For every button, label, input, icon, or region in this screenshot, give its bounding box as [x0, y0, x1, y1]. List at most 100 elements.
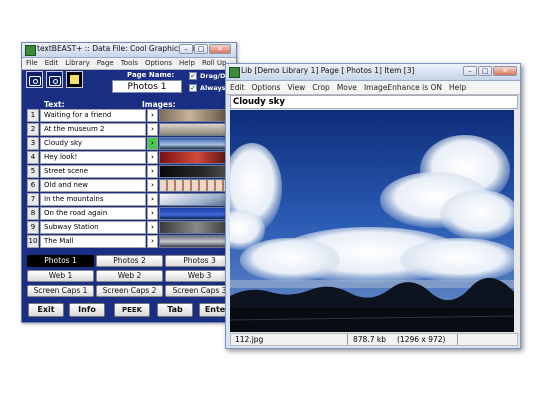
menu-options[interactable]: Options [141, 58, 175, 67]
menu-library[interactable]: Library [61, 58, 92, 67]
image-thumbnail[interactable] [159, 235, 235, 248]
menu-help[interactable]: Help [445, 81, 469, 92]
menu-options[interactable]: Options [248, 81, 284, 92]
list-item: 2 At the museum 2 › › [27, 123, 241, 137]
app-icon [25, 45, 36, 56]
item-text[interactable]: Old and new [40, 179, 146, 192]
maximize-icon[interactable]: □ [194, 44, 208, 54]
image-thumbnail[interactable] [159, 207, 235, 220]
item-text[interactable]: Subway Station [40, 221, 146, 234]
image-thumbnail[interactable] [159, 109, 235, 122]
image-thumbnail[interactable] [159, 123, 235, 136]
notepad-icon[interactable] [66, 71, 83, 88]
image-thumbnail[interactable] [159, 151, 235, 164]
menu-page[interactable]: Page [93, 58, 117, 67]
item-text[interactable]: Cloudy sky [40, 137, 146, 150]
menu-tools[interactable]: Tools [117, 58, 141, 67]
tab-button[interactable]: Tab [157, 303, 193, 317]
list-item: 4 Hey look! › › [27, 151, 241, 165]
tab-photos-1[interactable]: Photos 1 [27, 255, 94, 267]
arrow-icon[interactable]: › [147, 235, 158, 248]
tab-photos-3[interactable]: Photos 3 [165, 255, 234, 267]
peek-button[interactable]: PEEK [114, 303, 150, 317]
list-item: 8 On the road again › › [27, 207, 241, 221]
image-thumbnail[interactable] [159, 137, 235, 150]
arrow-icon[interactable]: › [147, 151, 158, 164]
image-caption[interactable]: Cloudy sky [230, 95, 518, 109]
viewer-menubar: Edit Options View Crop Move ImageEnhance is O… [226, 81, 520, 95]
row-number: 2 [27, 123, 39, 136]
menu-move[interactable]: Move [333, 81, 360, 92]
tab-screen-caps-2[interactable]: Screen Caps 2 [96, 285, 163, 297]
viewer-titlebar[interactable]: Lib [Demo Library 1] Page [ Photos 1] It… [226, 64, 520, 81]
photo-view[interactable] [230, 110, 514, 332]
tab-web-3[interactable]: Web 3 [165, 270, 234, 282]
list-item: 5 Street scene › › [27, 165, 241, 179]
menu-view[interactable]: View [283, 81, 308, 92]
item-text[interactable]: Waiting for a friend [40, 109, 146, 122]
exit-button[interactable]: Exit [28, 303, 64, 317]
minimize-icon[interactable]: – [179, 44, 193, 54]
item-text[interactable]: At the museum 2 [40, 123, 146, 136]
image-dimensions: (1296 x 972) [397, 335, 446, 344]
tab-web-1[interactable]: Web 1 [27, 270, 94, 282]
item-text[interactable]: The Mall [40, 235, 146, 248]
tab-photos-2[interactable]: Photos 2 [96, 255, 163, 267]
arrow-icon[interactable]: › [147, 207, 158, 220]
list-item: 7 In the mountains › › [27, 193, 241, 207]
file-name: 112.jpg [235, 335, 264, 344]
viewer-window-title: Lib [Demo Library 1] Page [ Photos 1] It… [241, 66, 415, 75]
info-button[interactable]: Info [69, 303, 105, 317]
row-number: 9 [27, 221, 39, 234]
image-thumbnail[interactable] [159, 193, 235, 206]
file-size: 878.7 kb [353, 335, 386, 344]
row-number: 6 [27, 179, 39, 192]
tab-web-2[interactable]: Web 2 [96, 270, 163, 282]
close-icon[interactable]: ✕ [493, 66, 517, 76]
arrow-icon[interactable]: › [147, 123, 158, 136]
image-thumbnail[interactable] [159, 179, 235, 192]
arrow-icon[interactable]: › [147, 165, 158, 178]
item-text[interactable]: Hey look! [40, 151, 146, 164]
row-number: 10 [27, 235, 39, 248]
text-column-header: Text: [44, 100, 65, 109]
main-window-title: textBEAST+ :: Data File: Cool Graphics.t… [37, 44, 195, 53]
item-text[interactable]: In the mountains [40, 193, 146, 206]
main-titlebar[interactable]: textBEAST+ :: Data File: Cool Graphics.t… [22, 43, 236, 58]
arrow-icon[interactable]: › [147, 179, 158, 192]
tab-screen-caps-3[interactable]: Screen Caps 3 [165, 285, 234, 297]
arrow-icon[interactable]: › [147, 137, 158, 150]
tab-screen-caps-1[interactable]: Screen Caps 1 [27, 285, 94, 297]
item-text[interactable]: On the road again [40, 207, 146, 220]
camera-icon[interactable] [46, 71, 63, 88]
row-number: 4 [27, 151, 39, 164]
item-grid: 1 Waiting for a friend › › 2 At the muse… [27, 109, 241, 249]
maximize-icon[interactable]: □ [478, 66, 492, 76]
app-icon [229, 67, 240, 78]
list-item: 3 Cloudy sky › › [27, 137, 241, 151]
minimize-icon[interactable]: – [463, 66, 477, 76]
drag-drop-checkbox[interactable]: ✓ [189, 72, 197, 80]
vertical-scrollbar[interactable] [514, 110, 520, 332]
always-on-top-checkbox[interactable]: ✓ [189, 84, 197, 92]
image-thumbnail[interactable] [159, 221, 235, 234]
arrow-icon[interactable]: › [147, 109, 158, 122]
image-viewer-window: Lib [Demo Library 1] Page [ Photos 1] It… [225, 63, 521, 349]
arrow-icon[interactable]: › [147, 221, 158, 234]
menu-crop[interactable]: Crop [308, 81, 333, 92]
menu-edit[interactable]: Edit [41, 58, 62, 67]
row-number: 5 [27, 165, 39, 178]
textbeast-window: textBEAST+ :: Data File: Cool Graphics.t… [21, 42, 247, 323]
close-icon[interactable]: ✕ [209, 44, 231, 54]
menu-image-enhance[interactable]: ImageEnhance is ON [360, 81, 445, 92]
menu-file[interactable]: File [22, 58, 41, 67]
menu-edit[interactable]: Edit [226, 81, 248, 92]
item-text[interactable]: Street scene [40, 165, 146, 178]
menu-help[interactable]: Help [175, 58, 198, 67]
page-name-field[interactable]: Photos 1 [112, 80, 182, 93]
list-item: 1 Waiting for a friend › › [27, 109, 241, 123]
cloudy-sky-photo [230, 110, 514, 332]
arrow-icon[interactable]: › [147, 193, 158, 206]
camera-icon[interactable] [26, 71, 43, 88]
image-thumbnail[interactable] [159, 165, 235, 178]
